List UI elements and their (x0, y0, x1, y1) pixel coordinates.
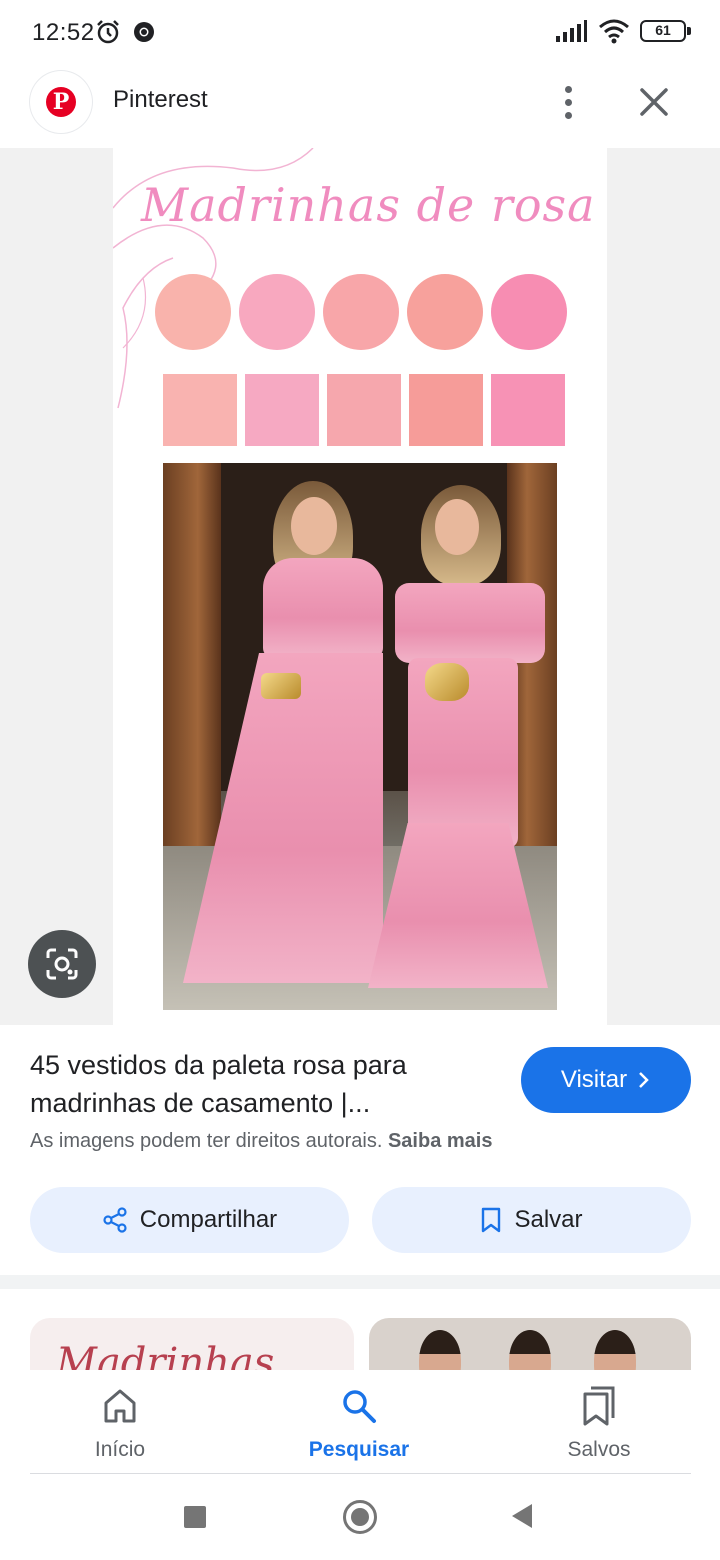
chrome-icon (134, 22, 154, 42)
bookmark-icon (482, 1207, 501, 1233)
status-notification-icons (94, 18, 158, 46)
more-dot-icon (564, 111, 572, 119)
pin-image[interactable]: Madrinhas de rosa (113, 148, 607, 1025)
status-bar: 12:52 61 (0, 0, 720, 66)
color-swatch-circle (239, 274, 315, 350)
wifi-icon (599, 19, 629, 44)
site-name[interactable]: Pinterest (113, 86, 208, 114)
back-button-icon[interactable] (512, 1504, 532, 1528)
image-preview[interactable]: Madrinhas de rosa (0, 148, 720, 1025)
color-swatch-circle (491, 274, 567, 350)
home-button-icon[interactable] (343, 1500, 377, 1534)
more-options-button[interactable] (548, 78, 588, 126)
more-dot-icon (564, 98, 572, 106)
battery-indicator: 61 (640, 20, 691, 42)
color-swatch-square (163, 374, 237, 446)
pin-overlay-title: Madrinhas de rosa (141, 178, 596, 232)
google-lens-button[interactable] (28, 930, 96, 998)
color-swatch-square (409, 374, 483, 446)
pinterest-logo-icon[interactable]: P (30, 71, 92, 133)
more-dot-icon (564, 85, 572, 93)
chevron-right-icon (639, 1072, 649, 1088)
save-button[interactable]: Salvar (372, 1187, 691, 1253)
nav-saved[interactable]: Salvos (509, 1384, 689, 1462)
visit-button[interactable]: Visitar (521, 1047, 691, 1113)
share-label: Compartilhar (139, 1206, 278, 1233)
circle-swatch-row (155, 274, 567, 350)
nav-saved-label: Salvos (567, 1438, 631, 1461)
color-swatch-square (245, 374, 319, 446)
share-button[interactable]: Compartilhar (30, 1187, 349, 1253)
color-swatch-circle (323, 274, 399, 350)
visit-label: Visitar (560, 1066, 628, 1093)
square-swatch-row (163, 374, 565, 446)
recents-button-icon[interactable] (184, 1506, 206, 1528)
search-icon (343, 1390, 376, 1423)
color-swatch-circle (155, 274, 231, 350)
bookmarks-icon (583, 1386, 615, 1426)
status-system-icons: 61 (554, 18, 691, 44)
app-header: P Pinterest (0, 66, 720, 148)
color-swatch-square (491, 374, 565, 446)
copyright-text: As imagens podem ter direitos autorais. (30, 1130, 383, 1152)
bridesmaids-photo (163, 463, 557, 1010)
color-swatch-circle (407, 274, 483, 350)
nav-search-label: Pesquisar (308, 1438, 410, 1461)
color-swatch-square (327, 374, 401, 446)
save-label: Salvar (514, 1206, 583, 1233)
signal-icon (556, 20, 587, 42)
learn-more-link[interactable]: Saiba mais (388, 1130, 493, 1152)
alarm-icon (97, 20, 119, 44)
copyright-notice: As imagens podem ter direitos autorais. … (30, 1130, 492, 1153)
logo-letter: P (46, 87, 76, 117)
home-icon (104, 1389, 136, 1423)
status-time: 12:52 (32, 19, 95, 46)
nav-home[interactable]: Início (30, 1384, 210, 1462)
bottom-navigation: Início Pesquisar Salvos (0, 1370, 720, 1474)
share-icon (103, 1207, 127, 1233)
result-title[interactable]: 45 vestidos da paleta rosa para madrinha… (30, 1046, 500, 1122)
close-icon[interactable] (630, 80, 678, 124)
section-divider (0, 1275, 720, 1289)
lens-icon (46, 948, 78, 980)
nav-search[interactable]: Pesquisar (269, 1384, 449, 1462)
related-result-card[interactable]: Madrinhas (30, 1318, 354, 1378)
system-navigation-bar (0, 1474, 720, 1560)
nav-home-label: Início (94, 1438, 146, 1461)
related-result-card[interactable] (369, 1318, 691, 1378)
